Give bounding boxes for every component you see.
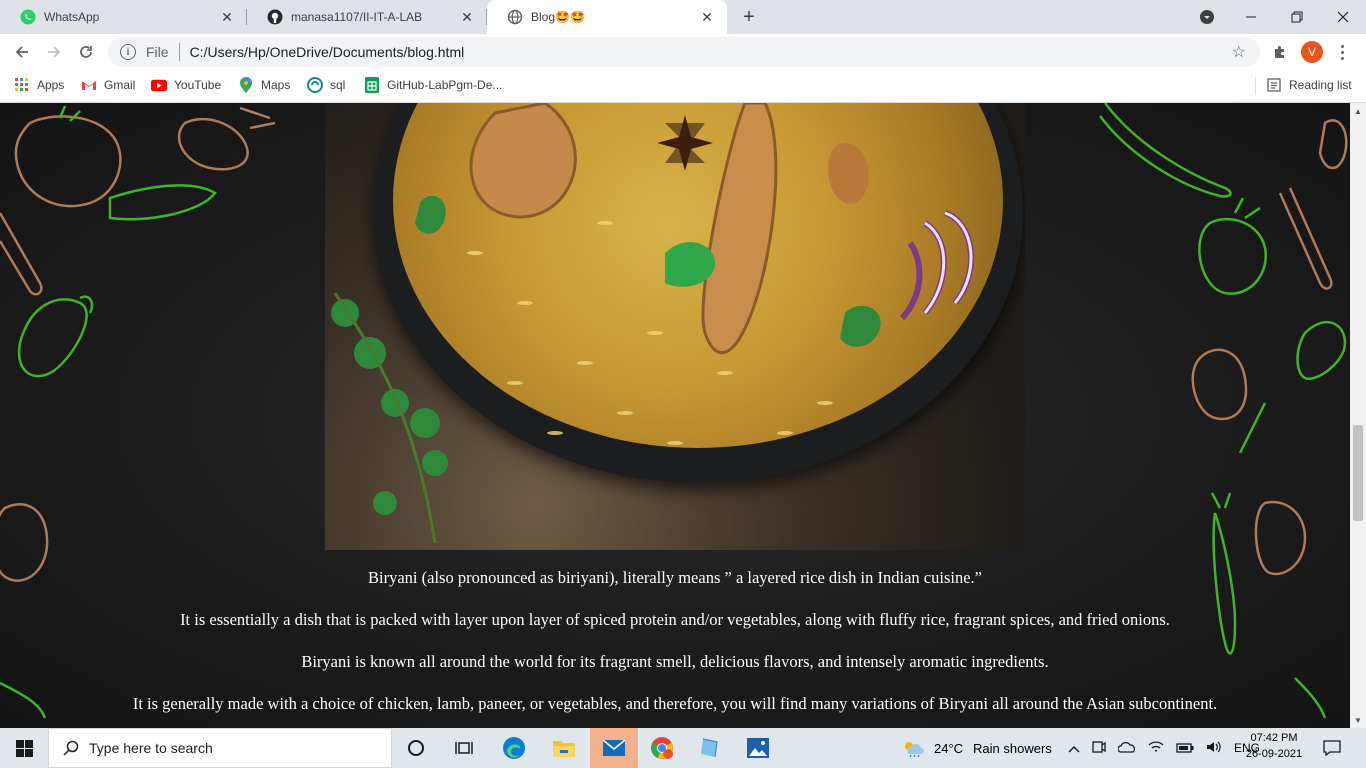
tab-whatsapp[interactable]: WhatsApp ✕ (0, 0, 247, 34)
scroll-up-icon[interactable]: ▲ (1350, 103, 1366, 119)
bookmark-maps[interactable]: Maps (238, 70, 290, 100)
notifications-icon[interactable] (1312, 728, 1352, 768)
sheets-icon (364, 77, 380, 93)
bookmark-youtube[interactable]: YouTube (151, 70, 221, 100)
search-placeholder: Type here to search (89, 740, 213, 756)
wifi-icon[interactable] (1148, 740, 1164, 757)
weather-temp: 24°C (934, 740, 964, 756)
apps-grid-icon (14, 77, 30, 93)
clock-time: 07:42 PM (1250, 732, 1298, 744)
notepad-icon[interactable] (686, 728, 734, 768)
address-bar[interactable]: i File C:/Users/Hp/OneDrive/Documents/bl… (108, 37, 1260, 67)
scroll-down-icon[interactable]: ▼ (1350, 712, 1366, 728)
paragraph: It is essentially a dish that is packed … (180, 610, 1170, 629)
tab-title: manasa1107/II-IT-A-LAB (291, 10, 423, 24)
close-icon[interactable]: ✕ (219, 9, 235, 25)
back-icon[interactable] (8, 38, 36, 66)
browser-window: WhatsApp ✕ manasa1107/II-IT-A-LAB ✕ Blog… (0, 0, 1366, 768)
bookmark-github-labpgm[interactable]: GitHub-LabPgm-De... (364, 70, 502, 100)
windows-start-icon[interactable] (0, 728, 48, 768)
battery-icon[interactable] (1176, 741, 1194, 756)
vertical-scrollbar[interactable]: ▲ ▼ (1350, 103, 1366, 728)
tab-search-icon[interactable] (1184, 0, 1230, 34)
rain-cloud-icon (902, 739, 924, 757)
bookmark-star-icon[interactable]: ☆ (1232, 42, 1246, 62)
tab-github[interactable]: manasa1107/II-IT-A-LAB ✕ (247, 0, 487, 34)
paragraph: Biryani is known all around the world fo… (301, 652, 1049, 671)
minimize-icon[interactable] (1228, 0, 1274, 34)
weather-widget[interactable]: 24°C Rain showers (902, 728, 1052, 768)
close-icon[interactable]: ✕ (699, 9, 715, 25)
browser-toolbar: i File C:/Users/Hp/OneDrive/Documents/bl… (0, 34, 1366, 70)
biryani-details (331, 103, 974, 544)
bookmark-label: Maps (261, 78, 291, 92)
globe-icon (507, 9, 523, 25)
vegetable-doodle-left (0, 105, 276, 719)
bookmark-gmail[interactable]: Gmail (81, 70, 135, 100)
github-icon (267, 9, 283, 25)
volume-icon[interactable] (1206, 740, 1222, 757)
taskbar-clock[interactable]: 07:42 PM 26-09-2021 (1244, 730, 1304, 766)
biryani-image (325, 103, 1025, 550)
forward-icon[interactable] (40, 38, 68, 66)
onedrive-icon[interactable] (1117, 741, 1136, 756)
profile-avatar[interactable]: V (1301, 41, 1323, 63)
meet-now-icon[interactable] (1092, 740, 1106, 757)
file-explorer-icon[interactable] (540, 728, 588, 768)
reading-list-icon (1266, 77, 1282, 93)
bookmark-label: sql (330, 78, 346, 92)
chevron-up-icon[interactable] (1068, 741, 1080, 756)
restore-icon[interactable] (1274, 0, 1320, 34)
close-window-icon[interactable] (1320, 0, 1366, 34)
menu-kebab-icon[interactable] (1334, 40, 1350, 64)
page-content: Biryani (also pronounced as biriyani), l… (0, 103, 1350, 728)
system-tray: ENG (1068, 728, 1260, 768)
edge-icon[interactable] (490, 728, 538, 768)
sql-icon (307, 77, 323, 93)
paragraph: It is generally made with a choice of ch… (132, 694, 1218, 713)
whatsapp-icon (20, 9, 36, 25)
info-icon[interactable]: i (120, 44, 136, 60)
scheme-label: File (146, 44, 169, 60)
photos-icon[interactable] (734, 728, 782, 768)
url-text[interactable]: C:/Users/Hp/OneDrive/Documents/blog.html (190, 44, 465, 60)
tab-strip: WhatsApp ✕ manasa1107/II-IT-A-LAB ✕ Blog… (0, 0, 1366, 34)
youtube-icon (151, 77, 167, 93)
chrome-icon[interactable] (638, 728, 686, 768)
reading-list-label: Reading list (1289, 78, 1352, 92)
clock-date: 26-09-2021 (1245, 748, 1303, 760)
reading-list-button[interactable]: Reading list (1266, 70, 1352, 100)
divider (1255, 77, 1256, 95)
new-tab-button[interactable]: + (737, 5, 761, 29)
bookmarks-bar: Apps Gmail YouTube Maps sql GitHub-LabPg… (0, 70, 1366, 103)
bookmark-label: Gmail (104, 78, 136, 92)
bookmark-apps[interactable]: Apps (14, 70, 64, 100)
bookmark-label: YouTube (174, 78, 222, 92)
divider (178, 43, 180, 61)
bookmark-label: GitHub-LabPgm-De... (387, 78, 503, 92)
cortana-icon[interactable] (392, 728, 440, 768)
bookmark-sql[interactable]: sql (307, 70, 345, 100)
extensions-icon[interactable] (1270, 42, 1290, 62)
mail-icon[interactable] (590, 728, 638, 768)
gmail-icon (81, 77, 97, 93)
taskbar-search-box[interactable]: Type here to search (48, 728, 392, 768)
close-icon[interactable]: ✕ (459, 9, 475, 25)
maps-icon (238, 77, 254, 93)
search-icon (63, 740, 79, 756)
reload-icon[interactable] (72, 38, 100, 66)
windows-taskbar: Type here to search 24°C Rain showers EN… (0, 728, 1366, 768)
paragraph: Biryani (also pronounced as biriyani), l… (368, 568, 982, 587)
vegetable-doodle-right (1099, 103, 1348, 719)
tab-blog[interactable]: Blog🤩🤩 ✕ (487, 0, 727, 34)
tab-title: WhatsApp (44, 10, 100, 24)
bookmark-label: Apps (37, 78, 65, 92)
tab-title: Blog🤩🤩 (531, 10, 585, 24)
scrollbar-thumb[interactable] (1353, 425, 1363, 521)
task-view-icon[interactable] (440, 728, 488, 768)
weather-text: Rain showers (973, 740, 1052, 756)
